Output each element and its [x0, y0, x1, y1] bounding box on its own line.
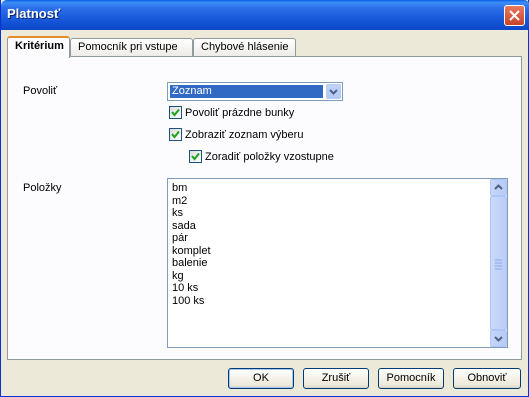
- title-bar[interactable]: Platnosť: [1, 0, 529, 30]
- list-item: sada: [172, 219, 196, 232]
- allow-label: Povoliť: [23, 85, 58, 97]
- list-item: balenie: [172, 257, 208, 269]
- allow-select-value: Zoznam: [170, 85, 323, 98]
- checkmark-icon: [171, 130, 180, 139]
- cancel-button[interactable]: Zrušiť: [303, 368, 369, 389]
- chevron-down-icon: [329, 89, 338, 95]
- list-item: ks: [172, 207, 183, 219]
- window-title: Platnosť: [7, 6, 61, 21]
- scroll-up-button[interactable]: [490, 179, 507, 196]
- tab-input-help[interactable]: Pomocník pri vstupe: [70, 38, 193, 57]
- list-item: kg: [172, 269, 184, 282]
- scroll-thumb[interactable]: [490, 196, 507, 330]
- list-item: komplet: [172, 244, 211, 257]
- entries-label: Položky: [23, 182, 62, 194]
- scroll-down-button[interactable]: [490, 330, 507, 347]
- list-item: 10 ks: [172, 282, 199, 294]
- show-list-label: Zobraziť zoznam výberu: [185, 129, 304, 141]
- tab-criteria[interactable]: Kritérium: [7, 36, 70, 58]
- list-item: bm: [172, 182, 188, 194]
- allow-blank-checkbox[interactable]: [169, 106, 182, 119]
- show-list-checkbox[interactable]: [169, 128, 182, 141]
- allow-blank-label: Povoliť prázdne bunky: [185, 107, 295, 119]
- list-item: pár: [172, 232, 188, 244]
- help-button[interactable]: Pomocník: [378, 368, 444, 389]
- chevron-up-icon: [494, 184, 503, 190]
- close-button[interactable]: [504, 5, 525, 26]
- allow-select[interactable]: Zoznam: [167, 82, 343, 101]
- ok-button[interactable]: OK: [228, 368, 294, 389]
- checkmark-icon: [191, 152, 200, 161]
- chevron-down-icon: [494, 336, 503, 342]
- dropdown-arrow-button[interactable]: [326, 84, 341, 99]
- sort-ascending-checkbox[interactable]: [189, 150, 202, 163]
- sort-ascending-label: Zoradiť položky vzostupne: [205, 151, 334, 163]
- vertical-scrollbar[interactable]: [490, 179, 507, 347]
- checkmark-icon: [171, 108, 180, 117]
- grip-icon: [495, 259, 502, 270]
- entries-textarea[interactable]: bm m2 ks sada pár komplet balenie kg 10 …: [167, 178, 508, 348]
- list-item: 100 ks: [172, 294, 205, 307]
- close-icon: [509, 10, 520, 21]
- entries-list: bm m2 ks sada pár komplet balenie kg 10 …: [172, 182, 211, 307]
- dialog-window: Platnosť Kritérium Pomocník pri vstupe C…: [0, 0, 529, 397]
- list-item: m2: [172, 194, 188, 207]
- reset-button[interactable]: Obnoviť: [453, 368, 521, 389]
- tab-error-alert[interactable]: Chybové hlásenie: [193, 38, 296, 57]
